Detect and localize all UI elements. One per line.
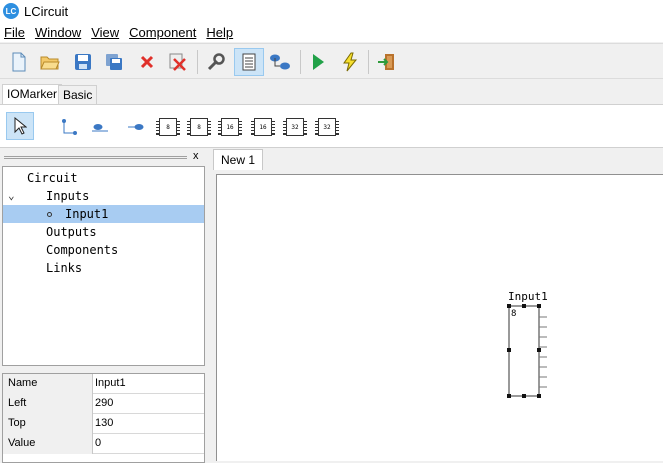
properties-panel-button[interactable]: [234, 48, 264, 76]
tree-item-components[interactable]: Components: [3, 241, 204, 259]
tree-item-label: Input1: [65, 207, 109, 221]
property-grid: Name Input1 Left 290 Top 130 Value 0: [2, 373, 205, 463]
input-marker-tool[interactable]: [90, 115, 110, 139]
menu-window[interactable]: Window: [30, 25, 86, 40]
output-32bit-chip-tool[interactable]: 32: [315, 115, 339, 139]
lightning-icon: [343, 52, 358, 72]
output-16bit-chip-icon: 16: [251, 118, 275, 136]
new-file-button[interactable]: [4, 48, 34, 76]
delete-button[interactable]: [132, 48, 162, 76]
circuit-canvas[interactable]: Input1 8: [216, 174, 663, 461]
input-node-icon: [47, 212, 52, 217]
menu-help[interactable]: Help: [201, 25, 238, 40]
toolbar-separator: [300, 50, 301, 74]
flash-button[interactable]: [335, 48, 365, 76]
circuit-tree: Circuit ⌄ Inputs Input1 Outputs Componen…: [2, 166, 205, 366]
exit-button[interactable]: [372, 48, 402, 76]
tree-item-label: Circuit: [27, 171, 78, 185]
save-all-icon: [106, 54, 122, 70]
component-bits-label: 8: [511, 309, 516, 319]
link-corner-tool[interactable]: [58, 115, 80, 139]
input-16bit-chip-icon: 16: [218, 118, 242, 136]
property-value[interactable]: Input1: [95, 374, 126, 393]
property-name: Name: [3, 374, 93, 394]
delete-all-icon: [169, 53, 186, 71]
panel-header: x: [0, 148, 206, 166]
app-logo-icon: LC: [3, 3, 19, 19]
output-marker-tool[interactable]: [126, 115, 146, 139]
exit-icon: [378, 54, 394, 70]
input-8bit-chip-tool[interactable]: 8: [156, 115, 180, 139]
property-name: Value: [3, 434, 93, 454]
output-8bit-chip-icon: 8: [187, 118, 211, 136]
chevron-down-icon[interactable]: ⌄: [8, 187, 15, 205]
property-value[interactable]: 0: [95, 434, 101, 453]
document-area: New 1 Input1 8: [210, 148, 663, 461]
property-name: Left: [3, 394, 93, 414]
tree-item-circuit[interactable]: Circuit: [3, 169, 204, 187]
settings-button[interactable]: [201, 48, 231, 76]
main-toolbar: [0, 43, 663, 79]
run-button[interactable]: [303, 48, 333, 76]
output-marker-tool-icon: [128, 124, 144, 130]
input-marker-tool-icon: [92, 124, 108, 132]
input-16bit-chip-tool[interactable]: 16: [218, 115, 242, 139]
tree-item-label: Links: [46, 261, 83, 275]
open-folder-icon: [40, 56, 60, 70]
panel-grip[interactable]: [4, 156, 187, 159]
output-16bit-chip-tool[interactable]: 16: [251, 115, 275, 139]
open-button[interactable]: [35, 48, 65, 76]
properties-panel-icon: [242, 53, 256, 71]
menu-file[interactable]: File: [0, 25, 30, 40]
input-8bit-chip-icon: 8: [156, 118, 180, 136]
palette-tabs: IOMarker Basic: [0, 84, 663, 105]
input1-component[interactable]: 8: [505, 302, 553, 400]
circuit-explorer-panel: x Circuit ⌄ Inputs Input1 Outputs Compon…: [0, 148, 206, 463]
connect-icon: [270, 54, 290, 70]
property-name: Top: [3, 414, 93, 434]
property-row-top: Top 130: [3, 414, 204, 434]
pointer-tool-icon: [14, 117, 27, 135]
property-value[interactable]: 290: [95, 394, 113, 413]
wrench-icon: [207, 53, 225, 71]
menu-component[interactable]: Component: [124, 25, 201, 40]
new-file-icon: [12, 52, 26, 72]
tree-item-label: Outputs: [46, 225, 97, 239]
toolbar-separator: [197, 50, 198, 74]
tab-basic[interactable]: Basic: [58, 85, 98, 104]
pointer-tool[interactable]: [6, 112, 34, 140]
output-32bit-chip-icon: 32: [315, 118, 339, 136]
tree-item-label: Inputs: [46, 189, 90, 203]
save-all-button[interactable]: [99, 48, 129, 76]
connect-button[interactable]: [265, 48, 295, 76]
tree-item-inputs[interactable]: ⌄ Inputs: [3, 187, 204, 205]
property-row-left: Left 290: [3, 394, 204, 414]
property-row-value: Value 0: [3, 434, 204, 454]
save-button[interactable]: [68, 48, 98, 76]
tree-item-outputs[interactable]: Outputs: [3, 223, 204, 241]
window-title: LCircuit: [24, 3, 69, 19]
property-value[interactable]: 130: [95, 414, 113, 433]
tab-iomarker[interactable]: IOMarker: [2, 84, 63, 105]
component-palette: 8 8 16 16 32 32: [0, 104, 663, 148]
panel-close-button[interactable]: x: [193, 150, 199, 162]
input-32bit-chip-tool[interactable]: 32: [283, 115, 307, 139]
title-bar: LC LCircuit: [0, 0, 663, 22]
tree-item-label: Components: [46, 243, 119, 257]
toolbar-separator: [368, 50, 369, 74]
link-corner-tool-icon: [62, 119, 77, 135]
menu-view[interactable]: View: [86, 25, 124, 40]
tab-new-1[interactable]: New 1: [213, 149, 264, 170]
run-icon: [313, 54, 324, 70]
tree-item-input1[interactable]: Input1: [3, 205, 204, 223]
property-row-name: Name Input1: [3, 374, 204, 394]
output-8bit-chip-tool[interactable]: 8: [187, 115, 211, 139]
tree-item-links[interactable]: Links: [3, 259, 204, 277]
delete-icon: [140, 55, 154, 69]
menu-bar: File Window View Component Help: [0, 22, 663, 42]
delete-all-button[interactable]: [163, 48, 193, 76]
save-icon: [75, 54, 91, 70]
input-32bit-chip-icon: 32: [283, 118, 307, 136]
